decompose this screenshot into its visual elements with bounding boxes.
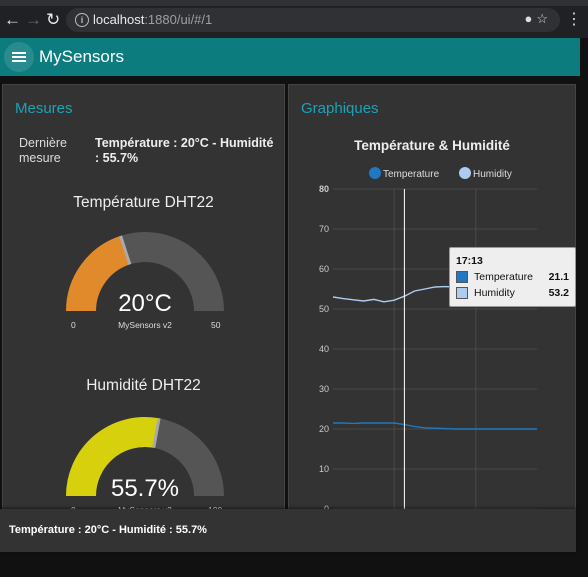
y-tick-label: 50 (319, 304, 329, 314)
legend-marker (369, 167, 381, 179)
y-tick-label: 20 (319, 424, 329, 434)
gauge-value: 55.7% (110, 475, 180, 502)
legend-marker (459, 167, 471, 179)
browser-menu-icon[interactable]: ⋮ (566, 9, 582, 29)
series-swatch (456, 287, 468, 299)
last-measure-value: Température : 20°C - Humidité : 55.7% (95, 136, 274, 165)
back-icon[interactable]: ← (4, 10, 21, 30)
y-tick-label: 40 (319, 344, 329, 354)
menu-icon[interactable] (4, 42, 34, 72)
notification-toast[interactable]: Température : 20°C - Humidité : 55.7% (0, 509, 576, 552)
app-title: MySensors (39, 47, 125, 66)
card-title: Mesures (15, 100, 73, 117)
reload-icon[interactable]: ↻ (46, 10, 60, 30)
info-icon[interactable]: i (75, 13, 89, 27)
tooltip-series-value: 21.1 (548, 271, 569, 283)
gauge-max-label: 50 (211, 320, 221, 330)
star-icon[interactable]: ☆ (536, 11, 552, 26)
chart-tooltip: 17:13 Temperature 21.1 Humidity 53.2 (449, 247, 576, 307)
last-measure-label: Dernière mesure (19, 136, 67, 165)
tooltip-time: 17:13 (456, 255, 483, 267)
tooltip-row: Temperature 21.1 (456, 271, 569, 283)
toast-text: Température : 20°C - Humidité : 55.7% (9, 524, 207, 536)
forward-icon[interactable]: → (25, 10, 42, 30)
y-tick-label: 30 (319, 384, 329, 394)
series-swatch (456, 271, 468, 283)
y-tick-label: 70 (319, 224, 329, 234)
y-tick-label: 10 (319, 464, 329, 474)
pin-icon[interactable]: ● (524, 11, 536, 26)
tab-strip (0, 0, 588, 6)
gauge-min-label: 0 (71, 320, 76, 330)
y-tick-label: 80 (319, 184, 329, 194)
legend-label: Temperature (383, 169, 440, 180)
url-text: localhost:1880/ui/#/1 (93, 12, 213, 27)
y-tick-label: 60 (319, 264, 329, 274)
browser-toolbar: ← → ↻ i localhost:1880/ui/#/1 ●☆ ⋮ (0, 0, 588, 38)
gauge-unit-label: MySensors v2 (118, 320, 172, 330)
tooltip-series-name: Temperature (474, 271, 533, 283)
tooltip-row: Humidity 53.2 (456, 287, 569, 299)
tooltip-series-value: 53.2 (548, 287, 569, 299)
series-line (333, 422, 537, 430)
address-bar[interactable]: i localhost:1880/ui/#/1 ●☆ (66, 8, 560, 32)
legend-label: Humidity (473, 169, 512, 180)
gauge-title: Humidité DHT22 (86, 377, 201, 394)
mesures-card: Mesures Dernière mesure Température : 20… (2, 84, 285, 526)
gauge-title: Température DHT22 (73, 194, 214, 211)
tooltip-series-name: Humidity (474, 287, 515, 299)
gauge-value: 20°C (118, 290, 172, 317)
app-header: MySensors (0, 38, 580, 76)
